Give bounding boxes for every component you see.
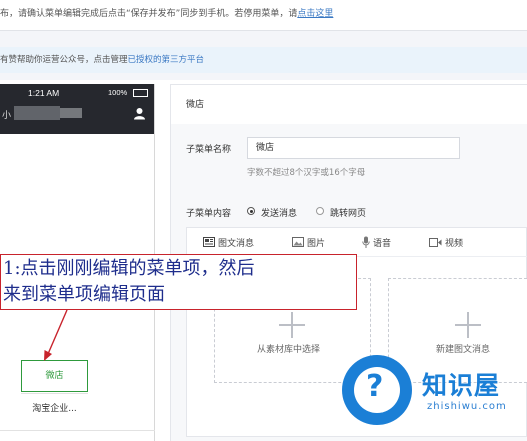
account-name: 小 (2, 111, 12, 121)
tab-video[interactable]: 视频 (429, 236, 463, 250)
submenu-name-label: 子菜单名称 (186, 145, 232, 155)
notice-bar: 布，请确认菜单编辑完成后点击“保存并发布”同步到手机。若停用菜单，请点击这里 (0, 0, 527, 30)
mic-icon (362, 236, 370, 251)
watermark-name: 知识屋 (422, 371, 501, 400)
arrow-icon (44, 309, 68, 361)
radio-jump-webpage[interactable] (316, 207, 324, 215)
news-icon (203, 237, 215, 250)
new-news-label: 新建图文消息 (436, 345, 491, 355)
annotation-callout: 1:点击刚刚编辑的菜单项，然后 来到菜单项编辑页面 (0, 254, 357, 310)
notice-text: 布，请确认菜单编辑完成后点击“保存并发布”同步到手机。若停用菜单，请 (0, 9, 298, 19)
tab-news-label: 图文消息 (218, 239, 255, 249)
account-name-blur (14, 106, 60, 120)
select-from-library-label: 从素材库中选择 (257, 345, 321, 355)
image-icon (292, 237, 304, 250)
notice-link[interactable]: 点击这里 (297, 9, 333, 19)
video-icon (429, 237, 442, 250)
info-text: 有赞帮助你运营公众号，点击管理 (0, 55, 128, 65)
submenu-content-label: 子菜单内容 (186, 209, 232, 219)
radio-send-message[interactable] (247, 207, 255, 215)
person-icon[interactable] (133, 107, 146, 123)
editor-header (170, 84, 527, 126)
menu-item-taobao[interactable]: 淘宝企业... (21, 401, 88, 414)
menu-divider (21, 393, 88, 394)
tab-video-label: 视频 (445, 239, 464, 249)
tab-image-label: 图片 (307, 239, 326, 249)
watermark-url: zhishiwu.com (427, 401, 507, 412)
plus-icon (291, 312, 293, 338)
tab-image[interactable]: 图片 (292, 236, 325, 250)
tab-voice-label: 语音 (373, 239, 392, 249)
menu-item-weidian[interactable]: 微店 (21, 360, 88, 392)
submenu-name-input[interactable]: 微店 (247, 137, 460, 159)
battery-icon (133, 89, 148, 97)
plus-icon (467, 312, 469, 338)
account-name-blur (60, 108, 82, 118)
tab-news[interactable]: 图文消息 (203, 236, 254, 250)
submenu-name-hint: 字数不超过8个汉字或16个字母 (247, 168, 366, 178)
tab-voice[interactable]: 语音 (362, 236, 391, 251)
phone-footer-divider (0, 430, 155, 431)
watermark-question-icon: ? (366, 369, 384, 404)
radio-send-message-label[interactable]: 发送消息 (261, 206, 297, 219)
status-time: 1:21 AM (28, 88, 60, 98)
annotation-line-2: 来到菜单项编辑页面 (3, 284, 165, 305)
status-battery: 100% (108, 88, 128, 97)
info-bar: 有赞帮助你运营公众号，点击管理已授权的第三方平台 (0, 47, 527, 73)
info-link[interactable]: 已授权的第三方平台 (128, 55, 205, 65)
radio-jump-webpage-label[interactable]: 跳转网页 (330, 206, 366, 219)
notice-divider (0, 30, 527, 31)
annotation-line-1: 1:点击刚刚编辑的菜单项，然后 (3, 258, 255, 279)
editor-title: 微店 (186, 100, 205, 110)
